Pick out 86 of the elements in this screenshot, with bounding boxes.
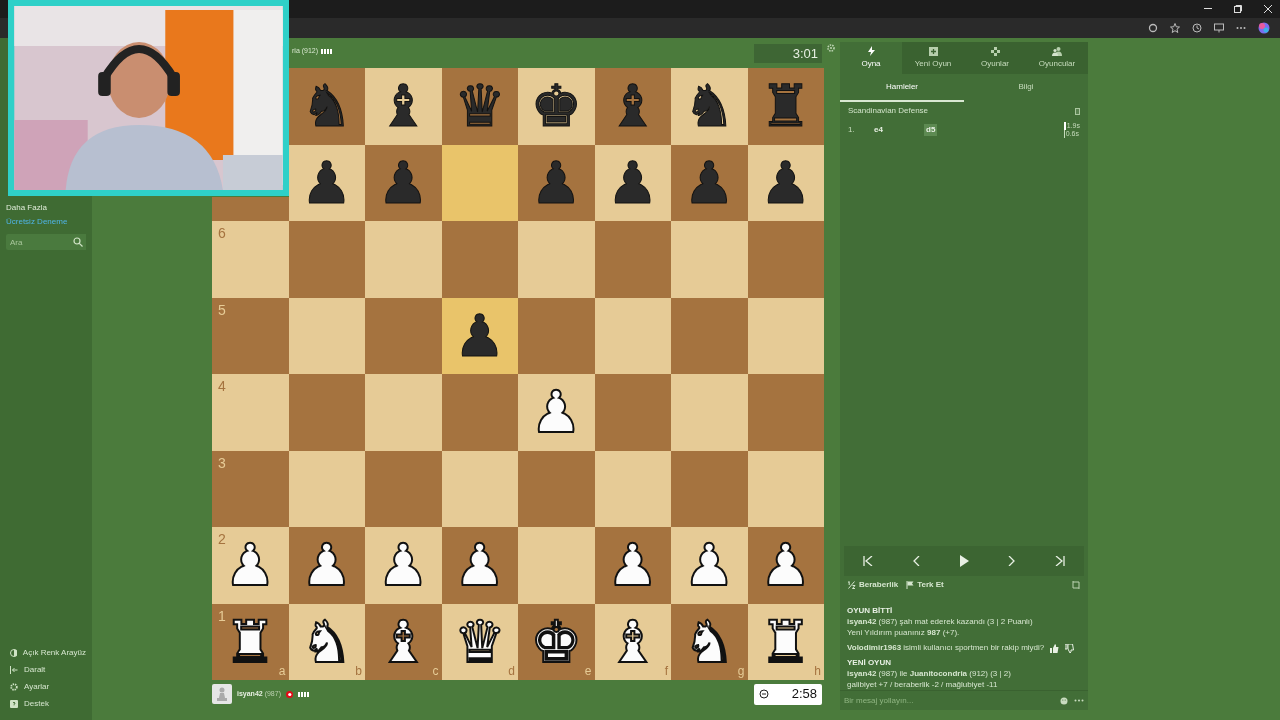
- move[interactable]: e4: [874, 124, 924, 136]
- board-square[interactable]: 6: [212, 221, 289, 298]
- board-square[interactable]: ♟: [518, 144, 595, 221]
- board-square[interactable]: ♛: [441, 68, 518, 145]
- opponent-clock: 3:01: [754, 44, 822, 63]
- board-square[interactable]: ♟: [288, 144, 365, 221]
- tab[interactable]: Hamleler: [840, 74, 964, 102]
- chess-piece[interactable]: ♞: [683, 77, 736, 136]
- chess-piece[interactable]: ♝: [606, 77, 659, 136]
- chess-piece[interactable]: ♟: [759, 536, 812, 595]
- chess-piece[interactable]: ♜: [224, 612, 277, 671]
- chess-piece[interactable]: ♟: [300, 536, 353, 595]
- message-field[interactable]: Bir mesaj yollayın...: [844, 694, 1024, 707]
- rank-label: 4: [218, 377, 226, 396]
- chess-piece[interactable]: ♟: [606, 153, 659, 212]
- board-square[interactable]: 5: [212, 297, 289, 374]
- board-square[interactable]: ♟: [747, 527, 824, 604]
- move[interactable]: d5: [924, 124, 938, 136]
- board-square[interactable]: 4: [212, 374, 289, 451]
- board-square[interactable]: ♟: [747, 144, 824, 221]
- sidebar-item[interactable]: Ayarlar: [24, 681, 50, 693]
- file-label: a: [278, 663, 286, 680]
- draw-button[interactable]: Beraberlik: [859, 579, 899, 591]
- chess-piece[interactable]: ♝: [377, 77, 430, 136]
- chess-piece[interactable]: ♟: [759, 153, 812, 212]
- chess-piece[interactable]: ♝: [377, 612, 430, 671]
- chess-piece[interactable]: ♜: [759, 77, 812, 136]
- file-label: d: [508, 663, 515, 680]
- sidebar-link[interactable]: Daha Fazla: [6, 202, 86, 214]
- board-square[interactable]: ♚: [518, 68, 595, 145]
- file-label: g: [737, 663, 745, 680]
- sidebar-item[interactable]: Destek: [24, 698, 49, 710]
- nav-tab[interactable]: Oyuncular: [1026, 42, 1088, 74]
- chess-piece[interactable]: ♟: [683, 153, 736, 212]
- chess-piece[interactable]: ♛: [453, 77, 506, 136]
- file-label: c: [432, 663, 439, 680]
- rank-label: 1: [218, 606, 226, 626]
- nav-tab[interactable]: Oyunlar: [964, 42, 1026, 74]
- board-square[interactable]: ♞: [671, 68, 748, 145]
- sidebar-item[interactable]: Daralt: [24, 664, 46, 676]
- rank-label: 3: [218, 453, 226, 473]
- chess-piece[interactable]: ♞: [683, 612, 736, 671]
- board-square[interactable]: ♟: [365, 144, 442, 221]
- chat-message: isyan42 (987) şah mat ederek kazandı (3 | 2 Puanlı): [847, 617, 1033, 627]
- rank-label: 6: [218, 224, 226, 243]
- file-label: b: [355, 663, 362, 680]
- rank-label: 5: [218, 300, 226, 320]
- sidebar-item[interactable]: Açık Renk Arayüz: [22, 647, 86, 659]
- board-square[interactable]: ♟: [441, 527, 518, 604]
- board-square[interactable]: ♟: [441, 297, 518, 374]
- file-label: e: [584, 663, 592, 680]
- sidebar-link[interactable]: Ücretsiz Deneme: [6, 216, 86, 228]
- board-square[interactable]: ♞: [288, 68, 365, 145]
- chat-heading: OYUN BİTTİ: [847, 606, 894, 616]
- nav-tab[interactable]: Yeni Oyun: [902, 42, 964, 74]
- chess-piece[interactable]: ♚: [530, 77, 583, 136]
- board-square[interactable]: ♟: [594, 144, 671, 221]
- file-label: f: [664, 663, 668, 680]
- resign-button[interactable]: Terk Et: [917, 579, 944, 591]
- chess-piece[interactable]: ♟: [300, 153, 353, 212]
- chess-piece[interactable]: ♟: [530, 153, 583, 212]
- tab[interactable]: Bilgi: [964, 74, 1088, 102]
- chat-message: galibiyet +7 / beraberlik -2 / mağlubiyet -11: [847, 680, 998, 690]
- chat-message: isyan42 (987) ile Juanitocondria (912) (3 | 2): [847, 669, 1011, 679]
- chess-piece[interactable]: ♟: [606, 536, 659, 595]
- chat-message: Volodimir1963 isimli kullanıcı sportmen bir rakip miydi?: [847, 643, 1045, 653]
- chat-heading: YENİ OYUN: [847, 658, 892, 668]
- board-square[interactable]: ♝: [365, 68, 442, 145]
- board-square[interactable]: ♟: [594, 527, 671, 604]
- board-square[interactable]: ♝: [594, 68, 671, 145]
- file-label: h: [814, 663, 821, 680]
- chess-piece[interactable]: ♞: [300, 77, 353, 136]
- board-square[interactable]: ♜: [747, 68, 824, 145]
- chess-piece[interactable]: ♟: [453, 306, 506, 365]
- player-clock: 2:58: [754, 683, 822, 705]
- rank-label: 2: [218, 530, 226, 549]
- opening-name: Scandinavian Defense: [848, 105, 929, 117]
- board-square[interactable]: ♟: [288, 527, 365, 604]
- move-number: 1.: [848, 124, 856, 136]
- chess-piece[interactable]: ♟: [377, 153, 430, 212]
- board-square[interactable]: ♟: [671, 144, 748, 221]
- search-field[interactable]: Ara: [6, 234, 70, 250]
- nav-tab[interactable]: Oyna: [840, 42, 902, 74]
- chess-piece[interactable]: ♟: [453, 536, 506, 595]
- board-square[interactable]: 3: [212, 450, 289, 527]
- chat-message: Yeni Yıldırım puanınız 987 (+7).: [847, 628, 960, 638]
